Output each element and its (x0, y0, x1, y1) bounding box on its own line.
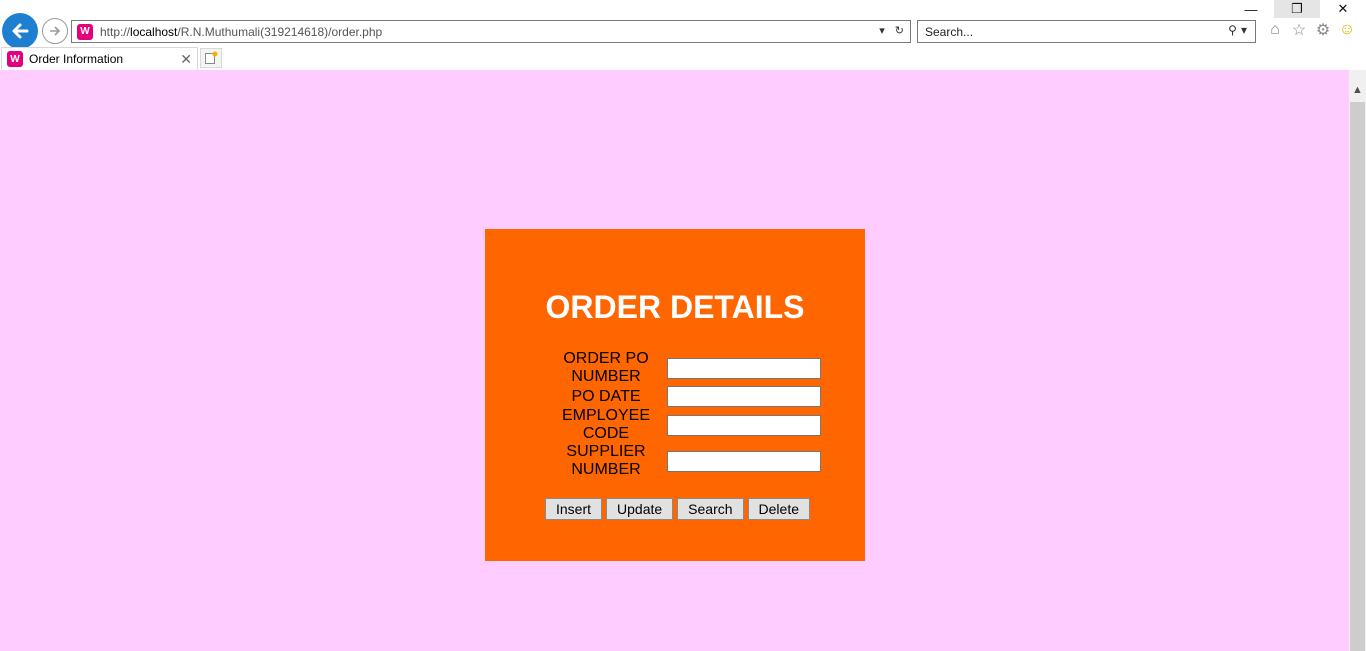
minimize-icon[interactable]: — (1228, 0, 1274, 18)
home-icon[interactable]: ⌂ (1266, 20, 1284, 40)
search-tools: ⚲ ▾ (1228, 23, 1247, 37)
close-window-icon[interactable]: ✕ (1320, 0, 1366, 18)
order-po-number-label: ORDER PO NUMBER (563, 350, 649, 385)
address-bar[interactable]: W http://localhost/R.N.Muthumali(3192146… (71, 20, 911, 43)
employee-code-input[interactable] (667, 414, 821, 436)
po-date-input[interactable] (667, 386, 821, 407)
update-button[interactable]: Update (606, 498, 674, 520)
po-date-label: PO DATE (571, 387, 641, 405)
new-tab-icon (205, 51, 218, 64)
form-row: PO DATE (547, 386, 825, 407)
order-po-number-input[interactable] (667, 357, 821, 379)
search-button[interactable]: Search (677, 498, 744, 520)
window-controls: — ❐ ✕ (1228, 0, 1366, 18)
tab-order-information[interactable]: W Order Information ✕ (1, 47, 198, 70)
search-box[interactable]: ⚲ ▾ (917, 20, 1256, 43)
employee-code-label: EMPLOYEE CODE (561, 407, 651, 442)
tab-title: Order Information (29, 52, 124, 66)
back-button[interactable] (2, 13, 38, 49)
dropdown-arrow-icon[interactable]: ▾ (879, 24, 885, 37)
address-tools: ▾ ↻ (879, 24, 904, 37)
page-title: ORDER DETAILS (545, 289, 805, 325)
supplier-number-input[interactable] (667, 450, 821, 472)
settings-gear-icon[interactable]: ⚙ (1314, 20, 1332, 40)
close-tab-icon[interactable]: ✕ (180, 51, 192, 68)
new-tab-button[interactable] (200, 48, 222, 68)
scroll-thumb[interactable] (1350, 102, 1365, 651)
order-form: ORDER PO NUMBER PO DATE EMPLOYEE CODE SU… (547, 350, 825, 479)
vertical-scrollbar[interactable]: ▲ (1349, 70, 1366, 651)
feedback-smiley-icon[interactable]: ☺ (1338, 20, 1356, 40)
browser-chrome: — ❐ ✕ W http://localhost/R.N.Muthumali(3… (0, 0, 1366, 70)
site-favicon-icon: W (77, 23, 93, 40)
action-buttons: Insert Update Search Delete (545, 498, 810, 520)
supplier-number-label: SUPPLIER NUMBER (566, 443, 646, 478)
form-row: ORDER PO NUMBER (547, 350, 825, 386)
toolbar-icons: ⌂ ☆ ⚙ ☺ (1266, 20, 1356, 40)
search-dropdown-icon[interactable]: ▾ (1241, 23, 1247, 37)
favorites-star-icon[interactable]: ☆ (1290, 20, 1308, 40)
order-details-panel: ORDER DETAILS ORDER PO NUMBER PO DATE EM… (485, 229, 865, 561)
form-row: EMPLOYEE CODE (547, 407, 825, 443)
search-input[interactable] (918, 21, 1208, 42)
form-row: SUPPLIER NUMBER (547, 443, 825, 479)
url-text[interactable]: http://localhost/R.N.Muthumali(319214618… (100, 25, 382, 39)
arrow-right-icon (50, 26, 61, 36)
page-viewport: ORDER DETAILS ORDER PO NUMBER PO DATE EM… (0, 70, 1349, 651)
forward-button[interactable] (42, 18, 68, 44)
insert-button[interactable]: Insert (545, 498, 603, 520)
delete-button[interactable]: Delete (747, 498, 810, 520)
refresh-icon[interactable]: ↻ (895, 24, 904, 37)
tab-favicon-icon: W (7, 51, 23, 67)
arrow-left-icon (12, 23, 29, 39)
restore-icon[interactable]: ❐ (1274, 0, 1320, 18)
search-icon[interactable]: ⚲ (1228, 23, 1237, 37)
